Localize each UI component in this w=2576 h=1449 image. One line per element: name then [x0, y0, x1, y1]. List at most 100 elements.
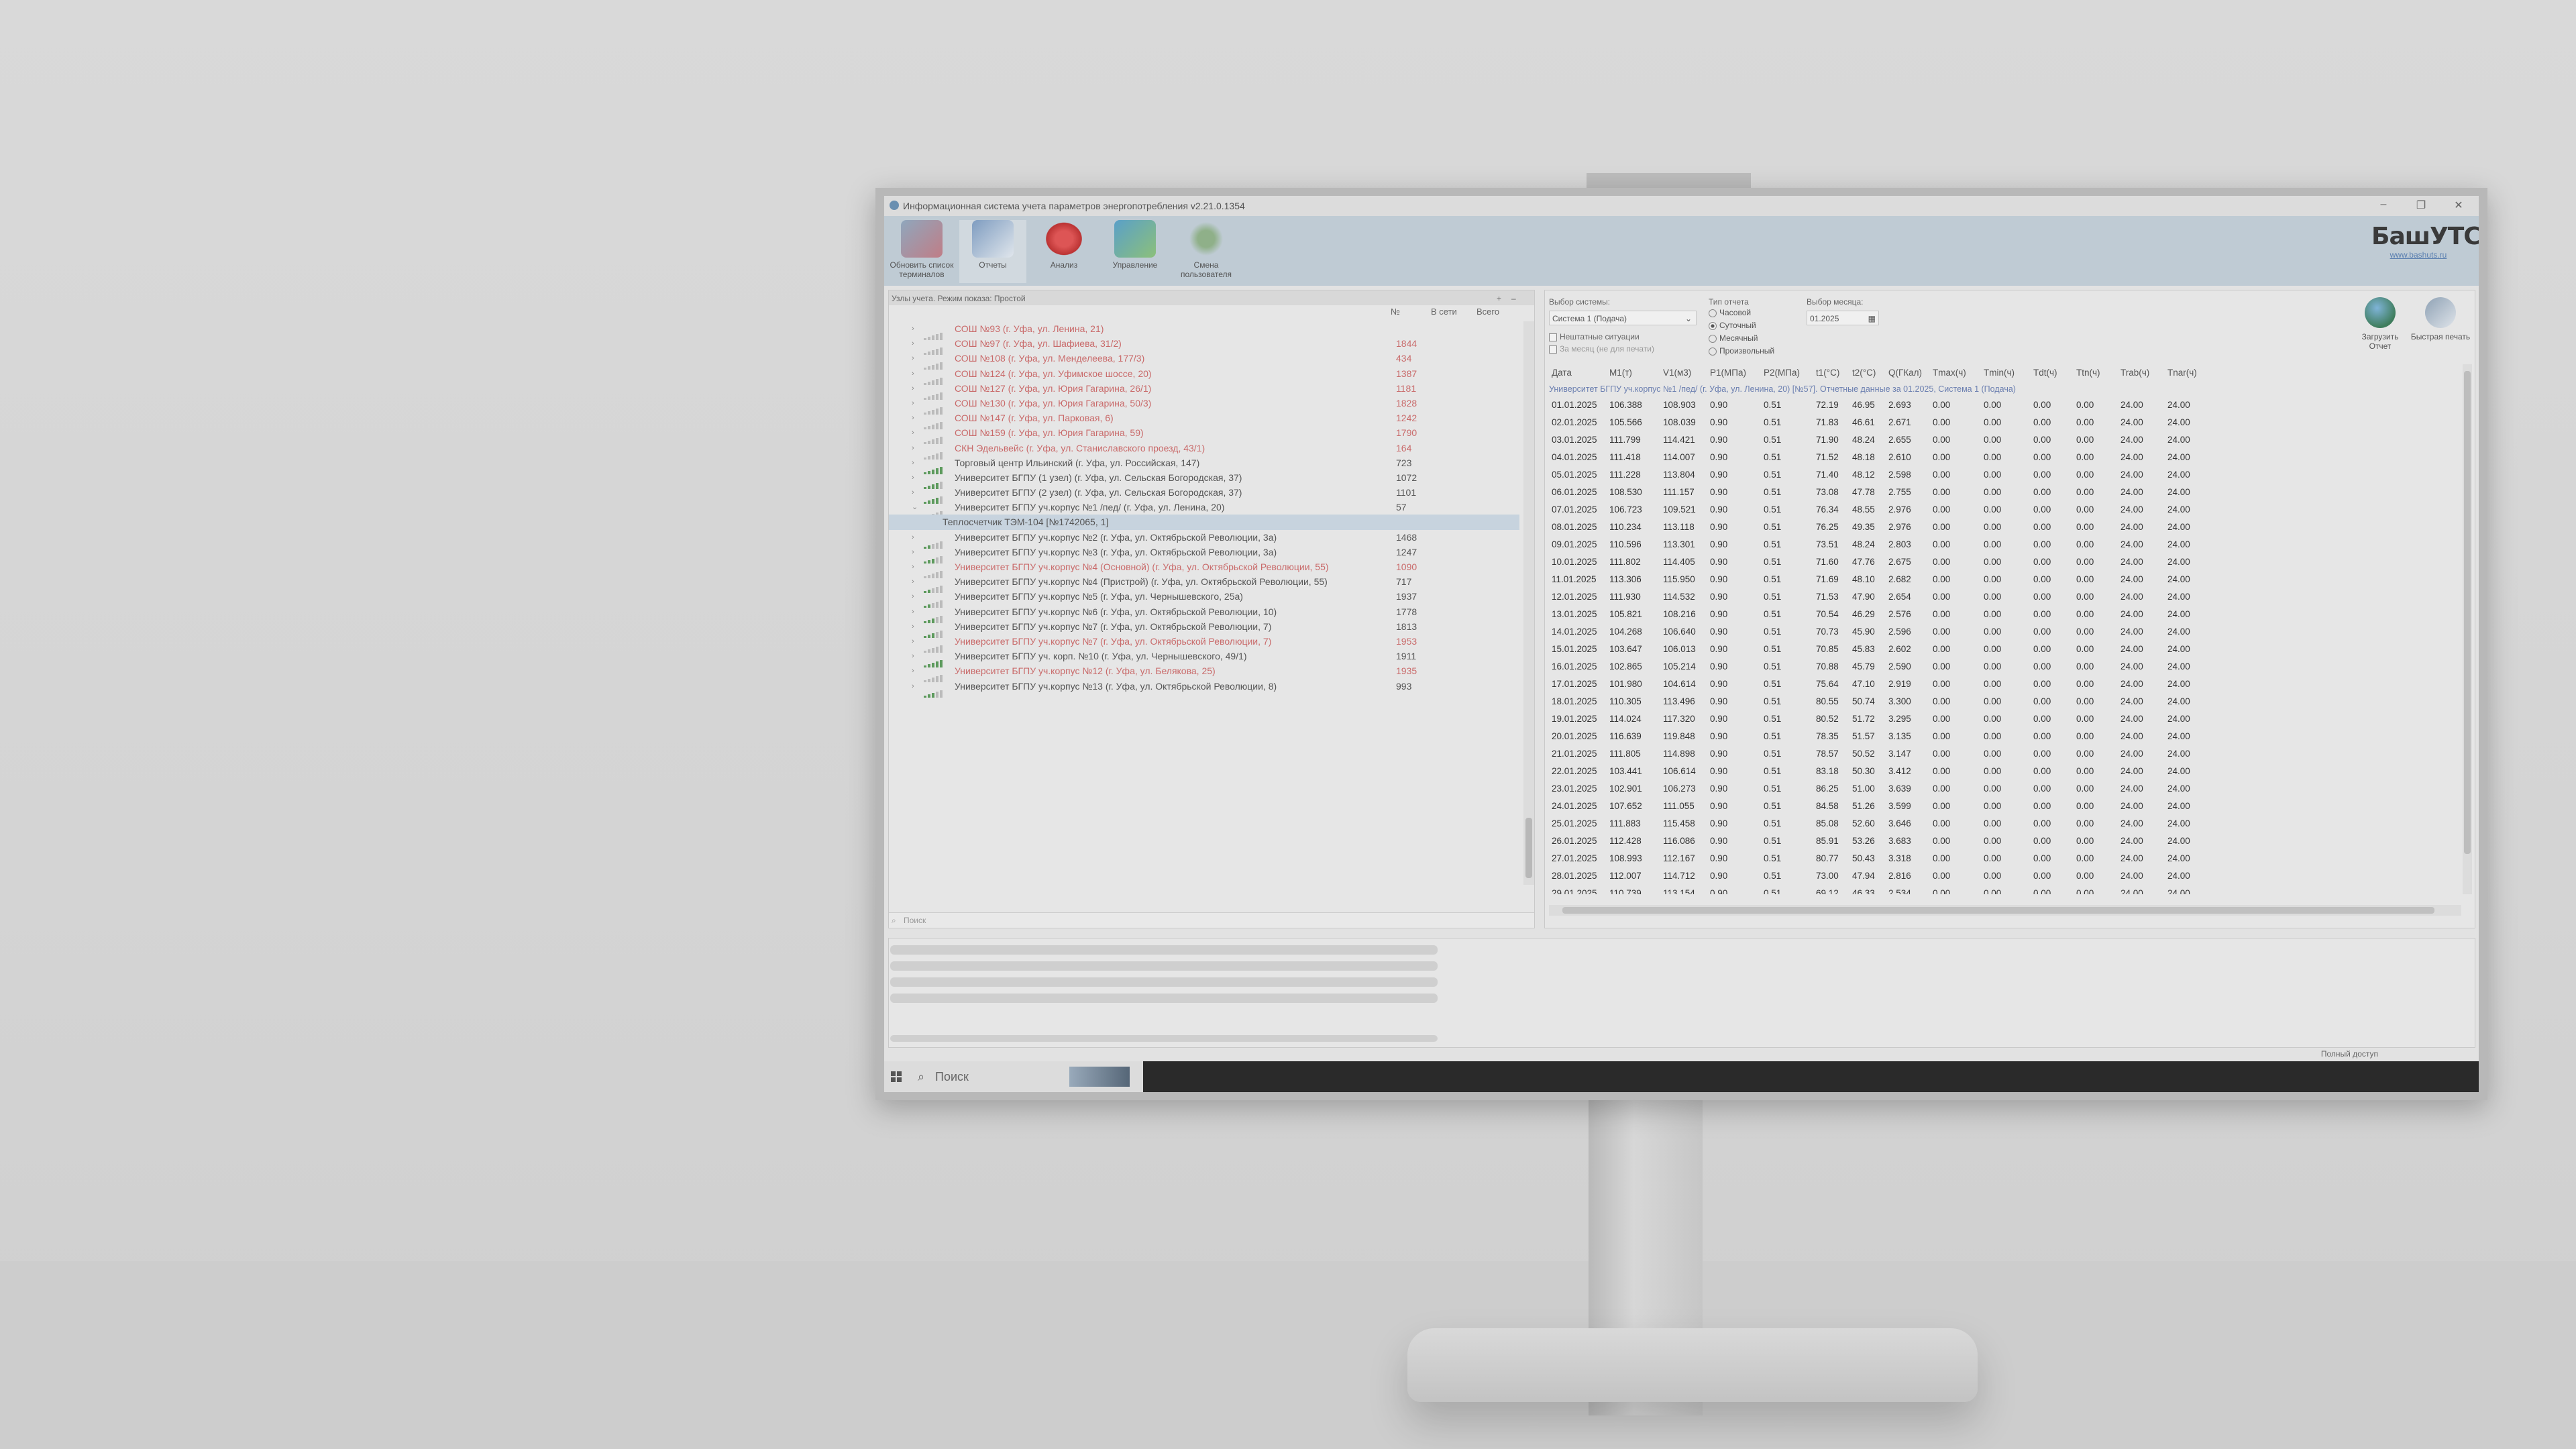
chevron-down-icon[interactable]: ⌄ — [912, 500, 918, 515]
tree-node-item[interactable]: › СОШ №159 (г. Уфа, ул. Юрия Гагарина, 59… — [889, 425, 1519, 445]
column-header[interactable]: Tmax(ч) — [1933, 364, 1966, 382]
management-button[interactable]: Управление — [1102, 220, 1169, 283]
table-row[interactable]: 18.01.2025 110.305 113.496 0.90 0.51 80.55 50.… — [1549, 693, 2461, 710]
tree-search[interactable]: ⌕ Поиск — [889, 912, 1534, 928]
tree-node-item[interactable]: › Университет БГПУ уч.корпус №2 (г. Уфа, … — [889, 530, 1519, 549]
table-row[interactable]: 11.01.2025 113.306 115.950 0.90 0.51 71.69 48.… — [1549, 571, 2461, 588]
tree-node-item[interactable]: › Университет БГПУ уч.корпус №4 (Основной… — [889, 559, 1519, 578]
chevron-right-icon[interactable]: › — [912, 589, 914, 604]
column-header[interactable]: Tnar(ч) — [2167, 364, 2197, 382]
table-row[interactable]: 10.01.2025 111.802 114.405 0.90 0.51 71.60 47.… — [1549, 553, 2461, 571]
chevron-right-icon[interactable]: › — [912, 679, 914, 694]
month-picker[interactable]: 01.2025 ▦ — [1807, 311, 1879, 325]
chevron-right-icon[interactable]: › — [912, 441, 914, 455]
tree-child-item[interactable]: Теплосчетчик ТЭМ-104 [№1742065, 1] — [889, 515, 1519, 530]
remove-icon[interactable]: – — [1511, 294, 1516, 303]
table-row[interactable]: 05.01.2025 111.228 113.804 0.90 0.51 71.40 48.… — [1549, 466, 2461, 484]
refresh-terminals-button[interactable]: Обновить список терминалов — [888, 220, 955, 283]
table-row[interactable]: 21.01.2025 111.805 114.898 0.90 0.51 78.57 50.… — [1549, 745, 2461, 763]
tree-node-item[interactable]: › СОШ №130 (г. Уфа, ул. Юрия Гагарина, 50… — [889, 396, 1519, 415]
table-row[interactable]: 13.01.2025 105.821 108.216 0.90 0.51 70.54 46.… — [1549, 606, 2461, 623]
chevron-right-icon[interactable]: › — [912, 381, 914, 396]
tree-node-item[interactable]: › Университет БГПУ уч.корпус №6 (г. Уфа, … — [889, 604, 1519, 623]
tree-node-item[interactable]: › СОШ №108 (г. Уфа, ул. Менделеева, 177/3… — [889, 351, 1519, 370]
column-header[interactable]: Ttn(ч) — [2076, 364, 2100, 382]
chevron-right-icon[interactable]: › — [912, 663, 914, 678]
table-row[interactable]: 12.01.2025 111.930 114.532 0.90 0.51 71.53 47.… — [1549, 588, 2461, 606]
chevron-right-icon[interactable]: › — [912, 634, 914, 649]
report-type-radio[interactable]: Месячный — [1709, 333, 1758, 343]
table-row[interactable]: 27.01.2025 108.993 112.167 0.90 0.51 80.77 50.… — [1549, 850, 2461, 867]
table-row[interactable]: 28.01.2025 112.007 114.712 0.90 0.51 73.00 47.… — [1549, 867, 2461, 885]
table-row[interactable]: 08.01.2025 110.234 113.118 0.90 0.51 76.25 49.… — [1549, 519, 2461, 536]
tree-node-item[interactable]: › Университет БГПУ уч.корпус №12 (г. Уфа,… — [889, 663, 1519, 683]
table-row[interactable]: 20.01.2025 116.639 119.848 0.90 0.51 78.35 51.… — [1549, 728, 2461, 745]
tree-node-item[interactable]: ⌄ Университет БГПУ уч.корпус №1 /пед/ (г.… — [889, 500, 1519, 519]
tree-node-item[interactable]: › Университет БГПУ (1 узел) (г. Уфа, ул. … — [889, 470, 1519, 489]
change-user-button[interactable]: Смена пользователя — [1173, 220, 1240, 283]
minimize-button[interactable]: – — [2370, 199, 2397, 213]
tree-node-item[interactable]: › Университет БГПУ уч.корпус №13 (г. Уфа,… — [889, 679, 1519, 698]
table-horizontal-scrollbar[interactable] — [1549, 905, 2461, 916]
chevron-right-icon[interactable]: › — [912, 366, 914, 381]
table-row[interactable]: 22.01.2025 103.441 106.614 0.90 0.51 83.18 50.… — [1549, 763, 2461, 780]
taskbar-search[interactable]: ⌕ Поиск — [908, 1061, 1143, 1092]
table-row[interactable]: 06.01.2025 108.530 111.157 0.90 0.51 73.08 47.… — [1549, 484, 2461, 501]
system-select[interactable]: Система 1 (Подача) ⌄ — [1549, 311, 1697, 325]
table-row[interactable]: 24.01.2025 107.652 111.055 0.90 0.51 84.58 51.… — [1549, 798, 2461, 815]
column-total[interactable]: Всего — [1477, 307, 1499, 317]
column-header[interactable]: P2(МПа) — [1764, 364, 1800, 382]
column-header[interactable]: P1(МПа) — [1710, 364, 1746, 382]
emergency-checkbox[interactable]: Нештатные ситуации — [1549, 332, 1640, 341]
report-type-radio[interactable]: Часовой — [1709, 308, 1751, 317]
table-row[interactable]: 09.01.2025 110.596 113.301 0.90 0.51 73.51 48.… — [1549, 536, 2461, 553]
table-row[interactable]: 16.01.2025 102.865 105.214 0.90 0.51 70.88 45.… — [1549, 658, 2461, 676]
reports-button[interactable]: Отчеты — [959, 220, 1026, 283]
close-button[interactable]: ✕ — [2445, 199, 2472, 213]
chevron-right-icon[interactable]: › — [912, 321, 914, 336]
table-row[interactable]: 25.01.2025 111.883 115.458 0.90 0.51 85.08 52.… — [1549, 815, 2461, 833]
table-row[interactable]: 02.01.2025 105.566 108.039 0.90 0.51 71.83 46.… — [1549, 414, 2461, 431]
tree-node-item[interactable]: › Университет БГПУ уч.корпус №3 (г. Уфа, … — [889, 545, 1519, 564]
chevron-right-icon[interactable]: › — [912, 559, 914, 574]
windows-start-button[interactable] — [884, 1061, 908, 1092]
tree-node-item[interactable]: › Университет БГПУ уч.корпус №4 (Пристрой… — [889, 574, 1519, 594]
column-header[interactable]: t2(°C) — [1852, 364, 1876, 382]
table-row[interactable]: 04.01.2025 111.418 114.007 0.90 0.51 71.52 48.… — [1549, 449, 2461, 466]
tree-node-item[interactable]: › Университет БГПУ (2 узел) (г. Уфа, ул. … — [889, 485, 1519, 504]
column-header[interactable]: V1(м3) — [1663, 364, 1691, 382]
chevron-right-icon[interactable]: › — [912, 351, 914, 366]
column-header[interactable]: Trab(ч) — [2121, 364, 2149, 382]
tree-node-item[interactable]: › СОШ №97 (г. Уфа, ул. Шафиева, 31/2) 1844 — [889, 336, 1519, 356]
analysis-button[interactable]: Анализ — [1030, 220, 1097, 283]
table-row[interactable]: 03.01.2025 111.799 114.421 0.90 0.51 71.90 48.… — [1549, 431, 2461, 449]
table-row[interactable]: 07.01.2025 106.723 109.521 0.90 0.51 76.34 48.… — [1549, 501, 2461, 519]
chevron-right-icon[interactable]: › — [912, 619, 914, 634]
chevron-right-icon[interactable]: › — [912, 336, 914, 351]
table-vertical-scrollbar[interactable] — [2463, 364, 2472, 894]
logo-url-link[interactable]: www.bashuts.ru — [2371, 250, 2465, 260]
chevron-right-icon[interactable]: › — [912, 485, 914, 500]
chevron-right-icon[interactable]: › — [912, 545, 914, 559]
tree-node-item[interactable]: › Университет БГПУ уч.корпус №7 (г. Уфа, … — [889, 634, 1519, 653]
load-report-button[interactable]: Загрузить Отчет — [2350, 297, 2410, 351]
chevron-right-icon[interactable]: › — [912, 574, 914, 589]
table-row[interactable]: 29.01.2025 110.739 113.154 0.90 0.51 69.12 46.… — [1549, 885, 2461, 894]
table-row[interactable]: 01.01.2025 106.388 108.903 0.90 0.51 72.19 46.… — [1549, 396, 2461, 414]
bottom-scrollbar[interactable] — [890, 1035, 1438, 1042]
column-header[interactable]: Q(ГКал) — [1888, 364, 1922, 382]
add-icon[interactable]: + — [1497, 294, 1501, 303]
tree-node-item[interactable]: › Университет БГПУ уч.корпус №5 (г. Уфа, … — [889, 589, 1519, 608]
table-row[interactable]: 19.01.2025 114.024 117.320 0.90 0.51 80.52 51.… — [1549, 710, 2461, 728]
table-row[interactable]: 17.01.2025 101.980 104.614 0.90 0.51 75.64 47.… — [1549, 676, 2461, 693]
column-header[interactable]: Tdt(ч) — [2033, 364, 2057, 382]
quick-print-button[interactable]: Быстрая печать — [2410, 297, 2471, 341]
tree-node-item[interactable]: › СОШ №127 (г. Уфа, ул. Юрия Гагарина, 26… — [889, 381, 1519, 400]
table-row[interactable]: 14.01.2025 104.268 106.640 0.90 0.51 70.73 45.… — [1549, 623, 2461, 641]
tree-node-item[interactable]: › Университет БГПУ уч. корп. №10 (г. Уфа,… — [889, 649, 1519, 668]
tree-node-item[interactable]: › СОШ №147 (г. Уфа, ул. Парковая, 6) 1242 — [889, 411, 1519, 430]
chevron-right-icon[interactable]: › — [912, 425, 914, 440]
chevron-right-icon[interactable]: › — [912, 604, 914, 619]
table-row[interactable]: 23.01.2025 102.901 106.273 0.90 0.51 86.25 51.… — [1549, 780, 2461, 798]
column-header[interactable]: t1(°C) — [1816, 364, 1839, 382]
